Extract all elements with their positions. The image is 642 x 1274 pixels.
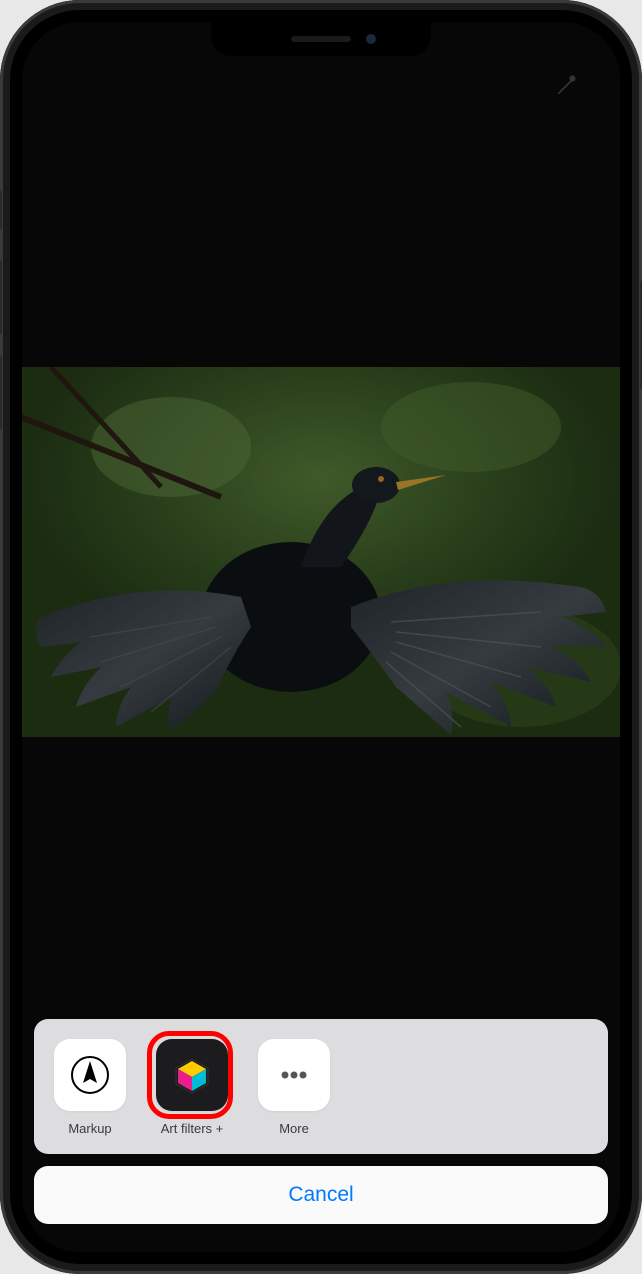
volume-down-button [0, 355, 2, 430]
cancel-label: Cancel [288, 1183, 353, 1206]
device-screen: Markup Art filters + [22, 22, 620, 1252]
art-filters-extension[interactable]: Art filters + [154, 1039, 230, 1136]
speaker-grille [291, 36, 351, 42]
more-label: More [279, 1121, 309, 1136]
front-camera [366, 34, 376, 44]
cancel-button[interactable]: Cancel [34, 1166, 608, 1224]
iphone-device-frame: Markup Art filters + [0, 0, 642, 1274]
more-icon [258, 1039, 330, 1111]
more-extensions[interactable]: More [256, 1039, 332, 1136]
art-filters-icon [156, 1039, 228, 1111]
photo-edit-screen: Markup Art filters + [22, 22, 620, 1252]
extension-action-sheet: Markup Art filters + [34, 1019, 608, 1224]
markup-extension[interactable]: Markup [52, 1039, 128, 1136]
mute-switch [0, 190, 2, 230]
markup-icon [54, 1039, 126, 1111]
device-notch [211, 22, 431, 56]
art-filters-label: Art filters + [161, 1121, 224, 1136]
markup-label: Markup [68, 1121, 111, 1136]
extension-apps-row: Markup Art filters + [34, 1019, 608, 1154]
volume-up-button [0, 260, 2, 335]
